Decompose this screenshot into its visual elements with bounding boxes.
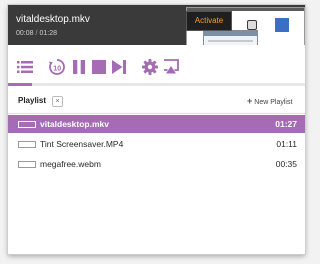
cast-icon[interactable]: [162, 59, 180, 75]
video-title: vitaldesktop.mkv: [16, 14, 90, 25]
plus-icon: +: [247, 96, 253, 106]
activate-button[interactable]: Activate: [186, 11, 232, 31]
elapsed-time: 00:08: [16, 30, 34, 37]
playlist-item-duration: 00:35: [275, 159, 297, 169]
video-thumbnail-icon: [18, 141, 36, 148]
total-time: 01:28: [39, 30, 58, 37]
control-bar: 10: [8, 45, 305, 85]
playlist-item-name: megafree.webm: [40, 159, 101, 169]
playlist-tab-label[interactable]: Playlist: [18, 96, 46, 105]
playlist-item-duration: 01:11: [276, 139, 297, 149]
playlist-header: Playlist × + New Playlist: [8, 91, 305, 114]
seek-bar[interactable]: [8, 83, 305, 86]
rewind-10-icon[interactable]: 10: [48, 58, 66, 75]
playlist-item[interactable]: vitaldesktop.mkv 01:27: [8, 115, 305, 133]
preview-desktop-icon: [247, 20, 257, 30]
stop-icon[interactable]: [91, 59, 107, 75]
video-thumbnail-icon: [18, 121, 36, 128]
settings-icon[interactable]: [142, 59, 158, 75]
playlist-item-duration: 01:27: [275, 119, 297, 129]
close-icon[interactable]: ×: [52, 96, 63, 107]
playlist-item-name: Tint Screensaver.MP4: [40, 139, 124, 149]
seek-bar-fill: [8, 83, 32, 86]
time-readout: 00:08/01:28: [16, 30, 57, 37]
player-window: vitaldesktop.mkv 00:08/01:28 NEWS Activa…: [8, 5, 305, 254]
new-playlist-button[interactable]: + New Playlist: [247, 96, 292, 106]
time-separator: /: [35, 30, 38, 37]
preview-app-icon: [275, 18, 289, 32]
playlist-item[interactable]: megafree.webm 00:35: [8, 155, 305, 173]
video-thumbnail-icon: [18, 161, 36, 168]
pause-icon[interactable]: [72, 59, 86, 75]
playlist-icon[interactable]: [17, 59, 33, 75]
playlist-item[interactable]: Tint Screensaver.MP4 01:11: [8, 135, 305, 153]
new-playlist-label: New Playlist: [254, 99, 293, 106]
rewind-10-label: 10: [53, 65, 61, 72]
skip-next-icon[interactable]: [111, 59, 127, 75]
playlist-item-name: vitaldesktop.mkv: [40, 119, 109, 129]
